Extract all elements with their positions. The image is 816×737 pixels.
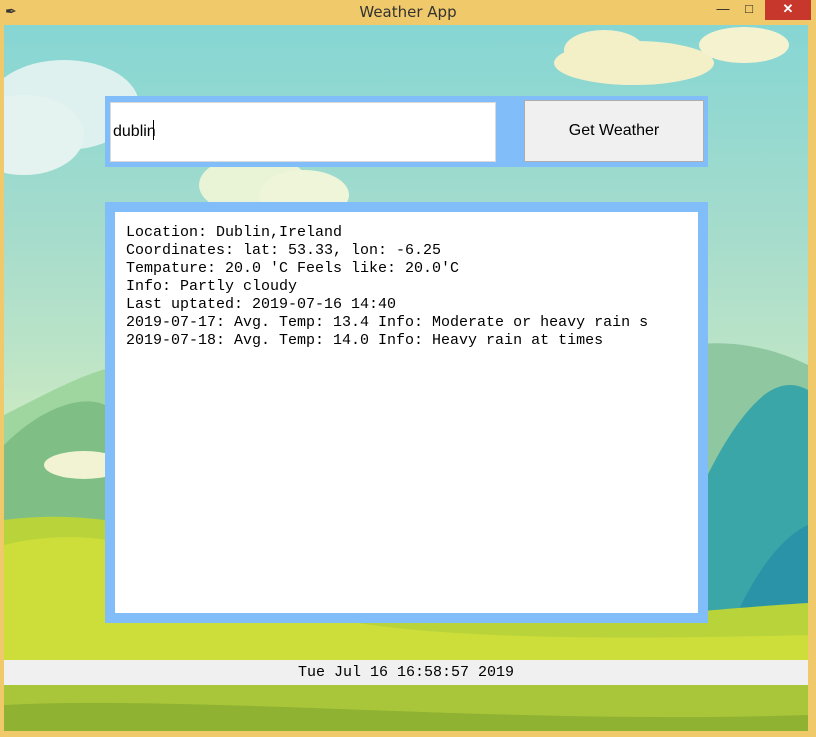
minimize-button[interactable]: — bbox=[710, 0, 736, 20]
close-button[interactable]: ✕ bbox=[765, 0, 811, 20]
get-weather-button[interactable]: Get Weather bbox=[524, 100, 704, 162]
output-line-info: Info: Partly cloudy bbox=[126, 278, 298, 295]
output-panel: Location: Dublin,Ireland Coordinates: la… bbox=[105, 202, 708, 623]
app-window-content: Get Weather Location: Dublin,Ireland Coo… bbox=[4, 25, 808, 731]
output-line-temperature: Tempature: 20.0 'C Feels like: 20.0'C bbox=[126, 260, 460, 277]
output-line-location: Location: Dublin,Ireland bbox=[126, 224, 343, 241]
output-line-coordinates: Coordinates: lat: 53.33, lon: -6.25 bbox=[126, 242, 442, 259]
weather-output-textbox[interactable]: Location: Dublin,Ireland Coordinates: la… bbox=[115, 212, 698, 613]
output-line-last-updated: Last uptated: 2019-07-16 14:40 bbox=[126, 296, 397, 313]
output-line-forecast-1: 2019-07-17: Avg. Temp: 13.4 Info: Modera… bbox=[126, 314, 649, 331]
title-bar: ✒ Weather App — □ ✕ bbox=[0, 0, 816, 24]
status-bar-datetime: Tue Jul 16 16:58:57 2019 bbox=[4, 660, 808, 685]
city-input[interactable] bbox=[110, 102, 496, 162]
text-caret bbox=[153, 120, 154, 140]
search-panel: Get Weather bbox=[105, 96, 708, 167]
window-title: Weather App bbox=[359, 3, 457, 21]
output-line-forecast-2: 2019-07-18: Avg. Temp: 14.0 Info: Heavy … bbox=[126, 332, 604, 349]
maximize-button[interactable]: □ bbox=[736, 0, 762, 20]
